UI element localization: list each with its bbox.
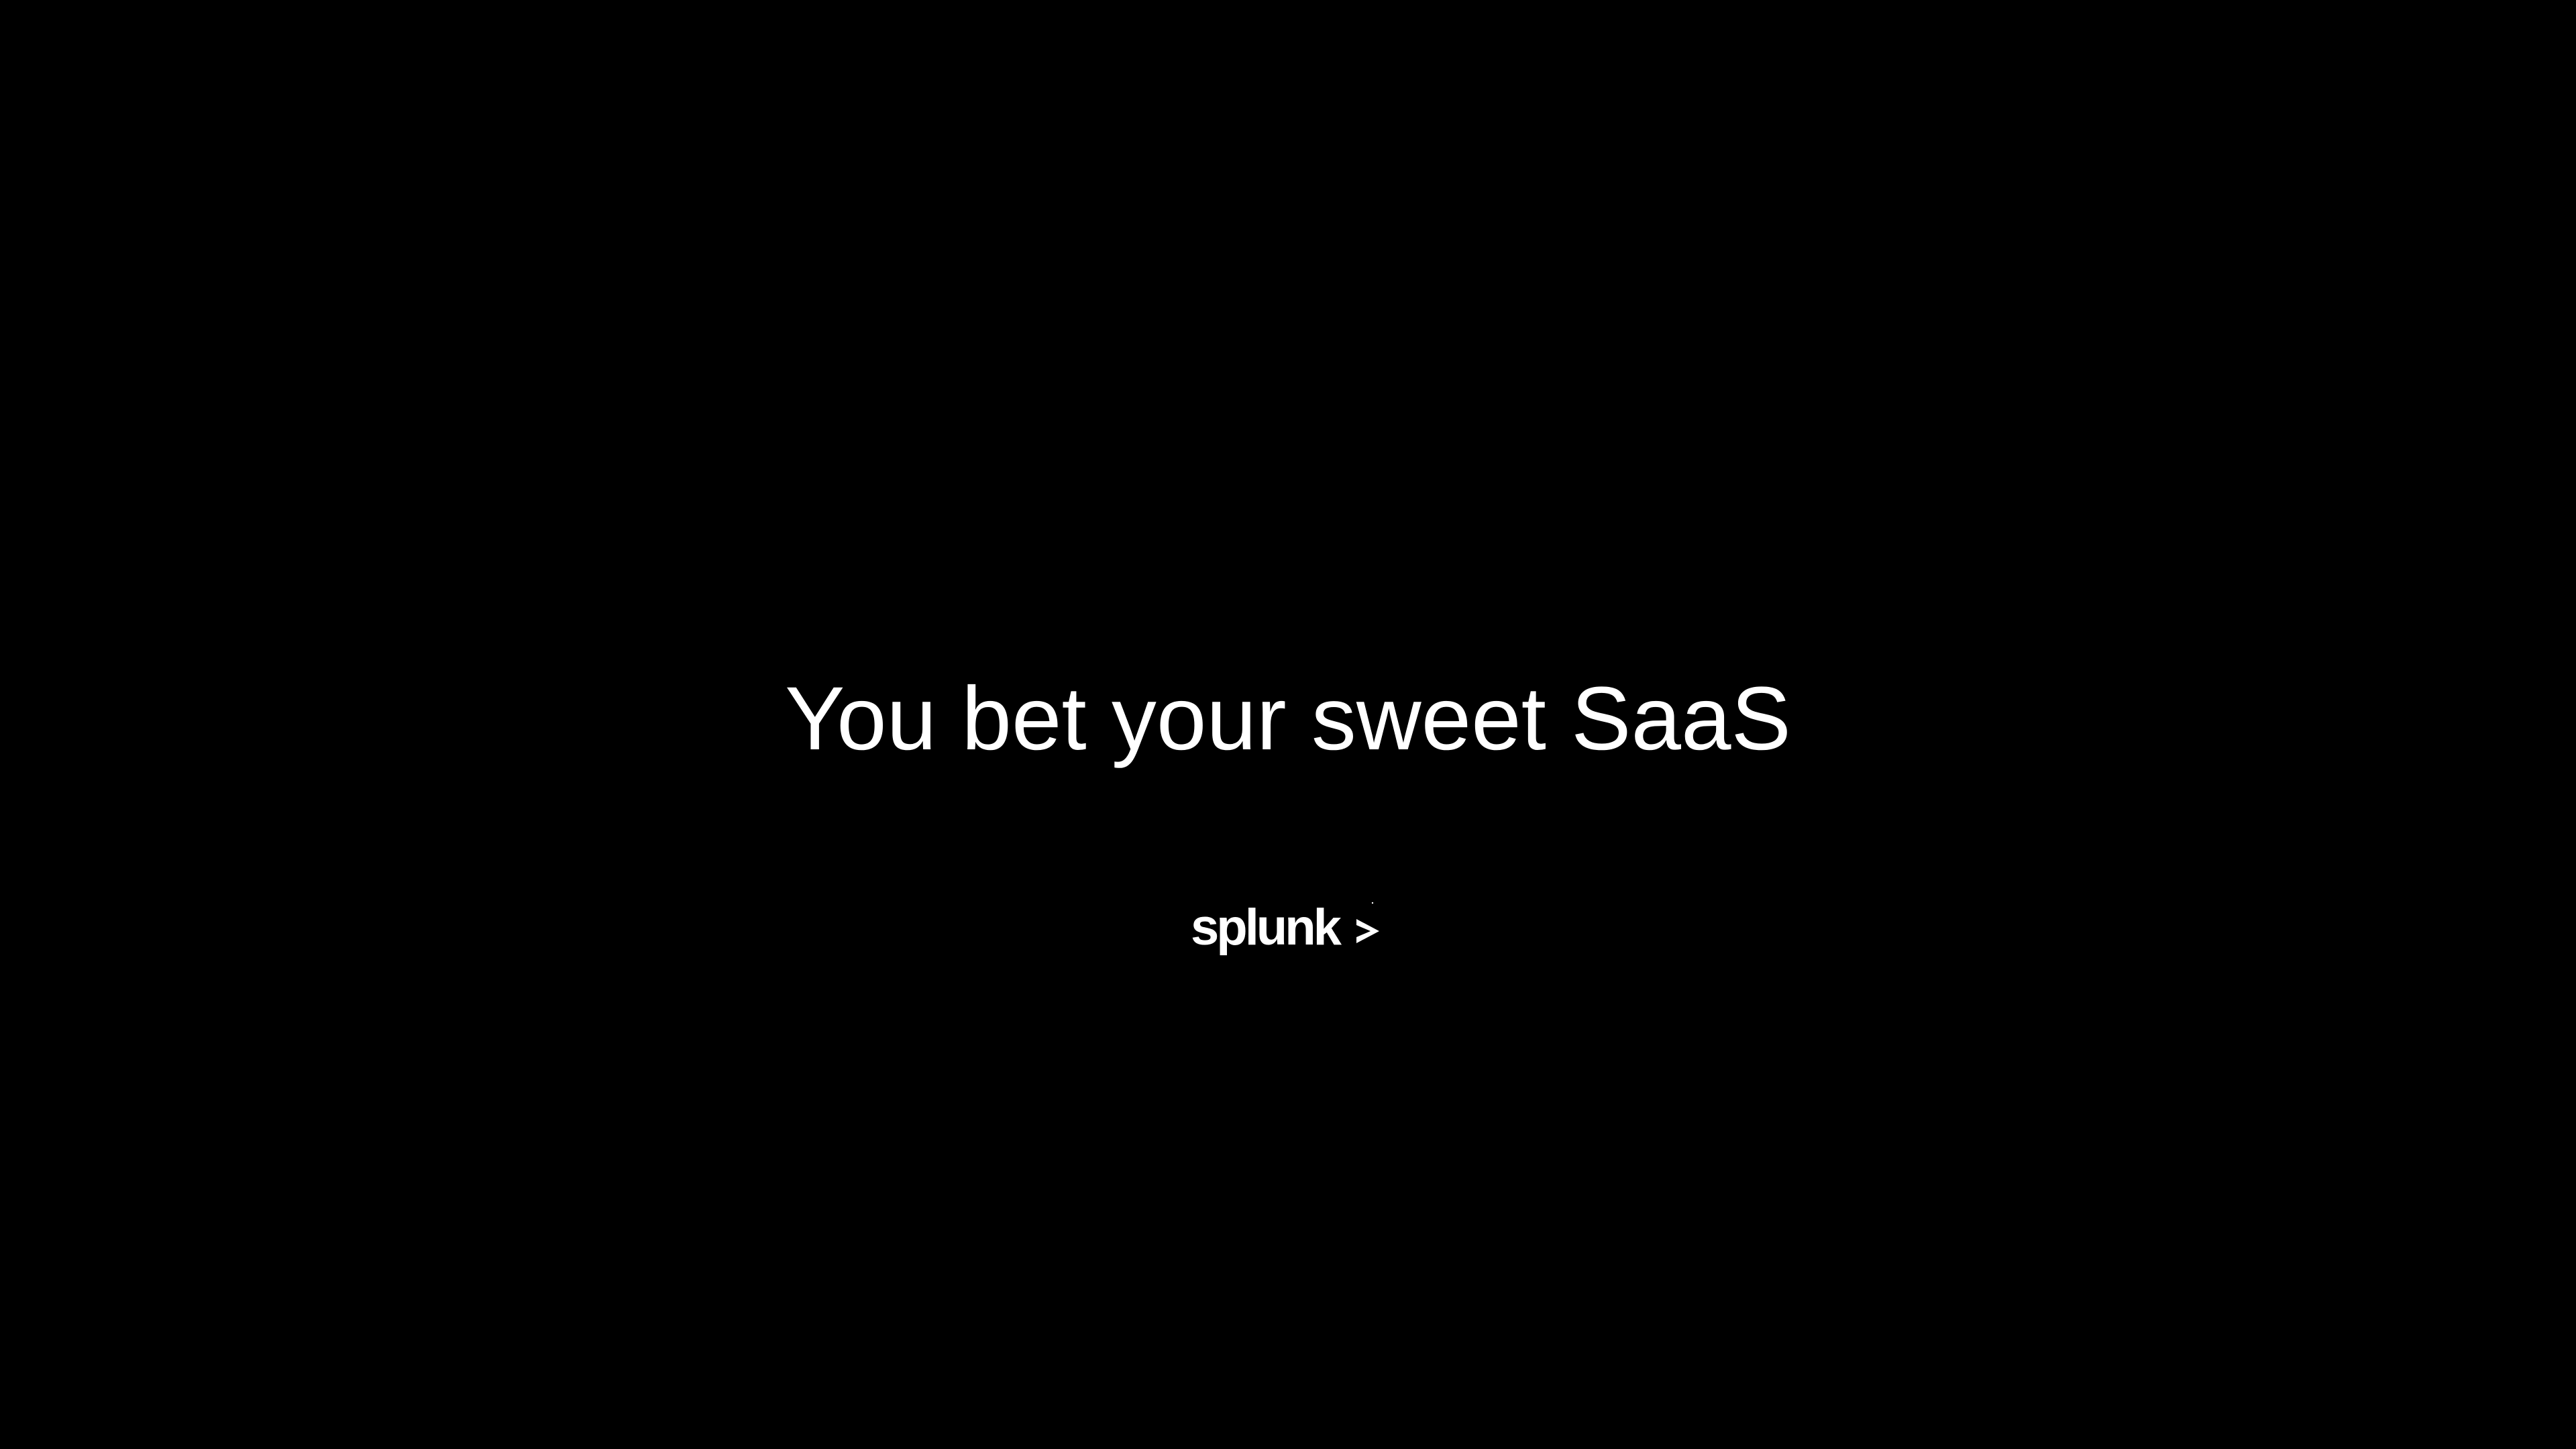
splunk-logo: splunk — [0, 899, 2576, 979]
svg-text:splunk: splunk — [1191, 899, 1342, 956]
slide: You bet your sweet SaaS splunk — [0, 0, 2576, 1449]
headline-text: You bet your sweet SaaS — [785, 669, 1791, 769]
